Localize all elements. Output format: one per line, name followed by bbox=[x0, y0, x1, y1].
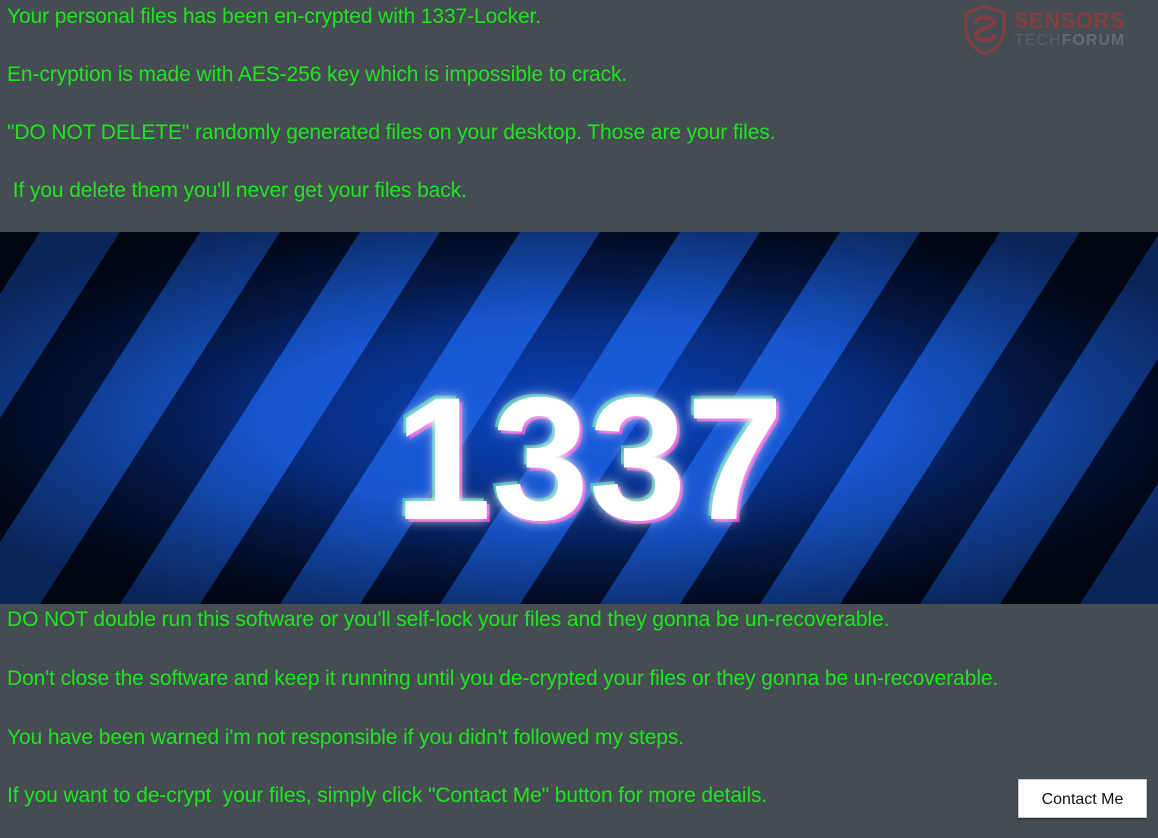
message-dont-close: Don't close the software and keep it run… bbox=[7, 667, 999, 690]
ransom-window: SENSORS TECHFORUM Your personal files ha… bbox=[0, 0, 1158, 838]
message-do-not-delete: "DO NOT DELETE" randomly generated files… bbox=[7, 121, 776, 144]
banner-logo: 1337 1337 1337 bbox=[391, 359, 786, 560]
watermark-line2-light: TECH bbox=[1014, 32, 1062, 49]
contact-me-button[interactable]: Contact Me bbox=[1018, 779, 1147, 818]
message-double-run: DO NOT double run this software or you'l… bbox=[7, 608, 890, 631]
logo-text: 1337 bbox=[394, 362, 783, 557]
message-aes: En-cryption is made with AES-256 key whi… bbox=[7, 63, 628, 86]
message-never-back: If you delete them you'll never get your… bbox=[7, 179, 467, 202]
sensorstechforum-watermark: SENSORS TECHFORUM bbox=[962, 4, 1152, 58]
watermark-line2-bold: FORUM bbox=[1061, 32, 1126, 49]
message-contact-instructions: If you want to de-crypt your files, simp… bbox=[7, 784, 768, 807]
message-warned: You have been warned i'm not responsible… bbox=[7, 726, 685, 749]
shield-icon bbox=[964, 4, 1006, 56]
message-encrypted: Your personal files has been en-crypted … bbox=[7, 5, 542, 28]
watermark-line1: SENSORS bbox=[1014, 8, 1126, 33]
banner-graphic: 1337 1337 1337 bbox=[0, 232, 1158, 604]
banner-image: 1337 1337 1337 bbox=[0, 232, 1158, 604]
watermark-line2: TECHFORUM bbox=[1014, 32, 1125, 50]
